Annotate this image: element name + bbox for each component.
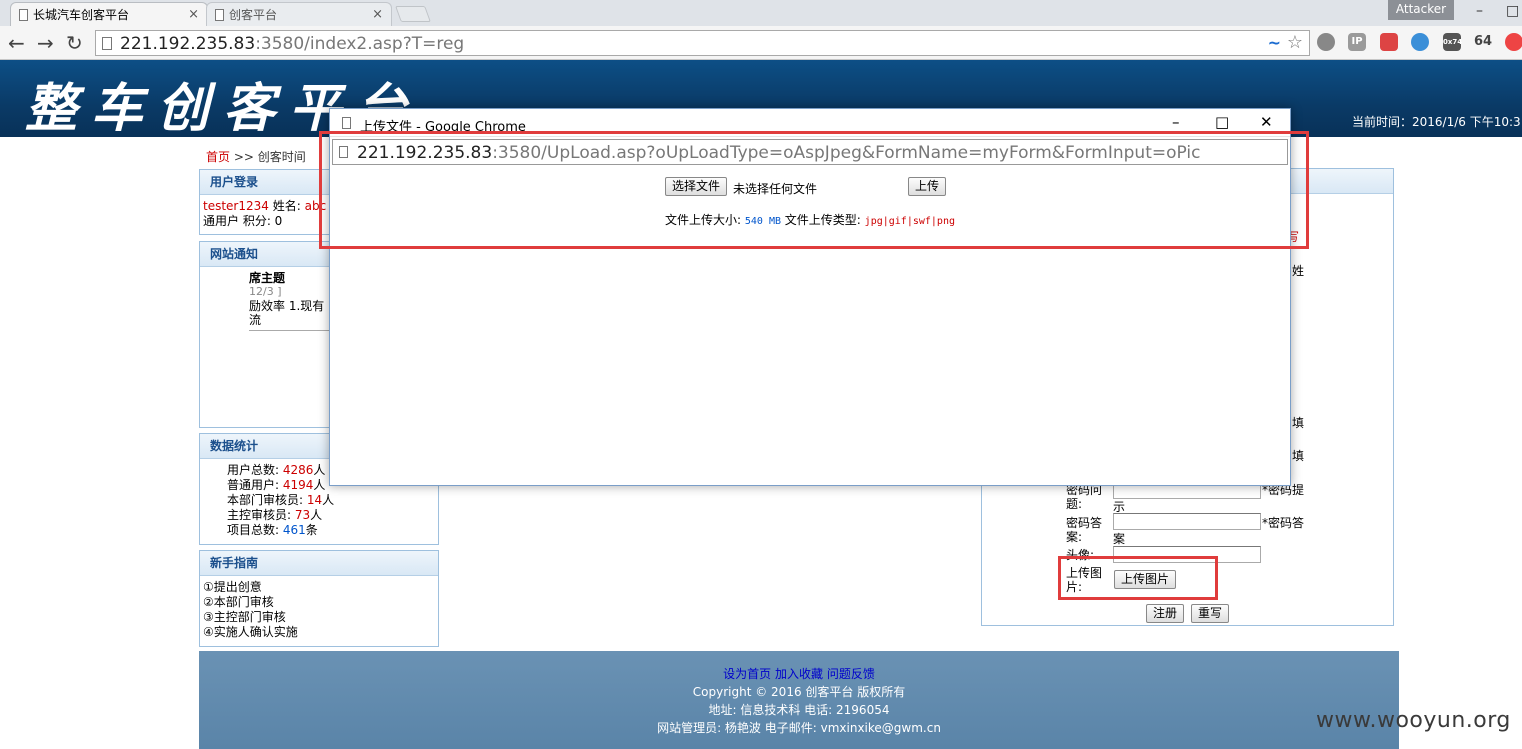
pwd-answer-input[interactable] xyxy=(1113,513,1261,530)
tab-changcheng[interactable]: 长城汽车创客平台 × xyxy=(10,2,208,26)
reload-button[interactable]: ↻ xyxy=(66,31,83,55)
cookie-icon[interactable] xyxy=(1380,33,1398,51)
add-favorite-link[interactable]: 加入收藏 xyxy=(775,667,823,681)
browser-toolbar: ← → ↻ 221.192.235.83:3580/index2.asp?T=r… xyxy=(0,26,1522,60)
n-extension-icon[interactable]: ~ xyxy=(1268,33,1281,52)
highlight-box-popup-url xyxy=(319,131,1309,249)
tab-chuangke[interactable]: 创客平台 × xyxy=(206,2,392,26)
url-text: 221.192.235.83:3580/index2.asp?T=reg xyxy=(120,34,465,54)
guide-item[interactable]: ④实施人确认实施 xyxy=(203,625,435,640)
cloud-icon[interactable] xyxy=(1411,33,1429,51)
pwd-answer-label: 密码答 案: xyxy=(1066,516,1103,544)
footer-address: 地址: 信息技术科 电话: 2196054 xyxy=(708,703,890,717)
star-icon[interactable]: ☆ xyxy=(1287,32,1303,53)
tab-label: 长城汽车创客平台 xyxy=(33,8,130,22)
globe-icon[interactable] xyxy=(1317,33,1335,51)
footer-links: 设为首页 加入收藏 问题反馈 xyxy=(199,665,1399,683)
stat-value: 14 xyxy=(306,493,323,507)
watermark: www.wooyun.org xyxy=(1316,708,1511,733)
stat-value: 73 xyxy=(294,508,311,522)
footer-admin: 网站管理员: 杨艳波 电子邮件: vmxinxike@gwm.cn xyxy=(657,721,941,735)
copyright: Copyright © 2016 创客平台 版权所有 xyxy=(692,685,906,699)
close-icon[interactable]: × xyxy=(188,7,199,22)
page-icon xyxy=(342,117,351,129)
ip-extension-icon[interactable]: IP xyxy=(1348,33,1366,51)
stat-value: 4286 xyxy=(282,463,314,477)
tab-strip: 长城汽车创客平台 × 创客平台 × Attacker – □ xyxy=(0,0,1522,26)
stat-value: 461 xyxy=(282,523,306,537)
page-icon xyxy=(102,37,112,50)
form-fragment: 姓 xyxy=(1292,264,1305,278)
breadcrumb-home-link[interactable]: 首页 xyxy=(206,150,230,164)
register-button[interactable]: 注册 xyxy=(1146,604,1185,623)
tool-icon[interactable] xyxy=(1505,33,1522,51)
guide-panel: 新手指南 ①提出创意 ②本部门审核 ③主控部门审核 ④实施人确认实施 xyxy=(199,550,439,647)
guide-item[interactable]: ③主控部门审核 xyxy=(203,610,435,625)
form-fragment: 填 xyxy=(1292,449,1305,463)
popup-minimize-button[interactable]: – xyxy=(1172,113,1180,131)
site-footer: 设为首页 加入收藏 问题反馈 Copyright © 2016 创客平台 版权所… xyxy=(199,651,1399,749)
highlight-box-upload xyxy=(1058,556,1218,600)
maximize-button[interactable]: □ xyxy=(1506,3,1519,19)
reset-button[interactable]: 重写 xyxy=(1191,604,1230,623)
new-tab-button[interactable] xyxy=(395,6,431,22)
username: tester1234 xyxy=(203,199,269,213)
pwd-question-hint: 示 xyxy=(1113,500,1126,514)
hex-extension-icon[interactable]: 0x74 xyxy=(1443,33,1462,51)
breadcrumb-current: 创客时间 xyxy=(257,150,306,164)
page-icon xyxy=(19,9,28,21)
close-icon[interactable]: × xyxy=(372,7,383,22)
forward-button[interactable]: → xyxy=(37,31,54,55)
pwd-answer-hint: 案 xyxy=(1113,532,1126,546)
stat-value: 4194 xyxy=(282,478,314,492)
popup-maximize-button[interactable]: □ xyxy=(1215,113,1229,131)
page-icon xyxy=(215,9,224,21)
popup-close-button[interactable]: ✕ xyxy=(1260,113,1273,131)
form-fragment: 填 xyxy=(1292,416,1305,430)
b64-extension-icon[interactable]: 64 xyxy=(1474,33,1492,51)
guide-item[interactable]: ②本部门审核 xyxy=(203,595,435,610)
minimize-button[interactable]: – xyxy=(1476,3,1483,19)
pwd-question-label: 密码问 题: xyxy=(1066,483,1103,511)
panel-title: 新手指南 xyxy=(200,551,438,576)
feedback-link[interactable]: 问题反馈 xyxy=(827,667,875,681)
set-homepage-link[interactable]: 设为首页 xyxy=(723,667,771,681)
profile-badge[interactable]: Attacker xyxy=(1388,0,1454,20)
stat-row: 主控审核员: 73人 xyxy=(227,508,323,522)
notice-item[interactable]: 席主题 12/3 ] 励效率 1.现有流 xyxy=(249,271,333,331)
back-button[interactable]: ← xyxy=(8,31,25,55)
current-time: 当前时间：2016/1/6 下午10:3 xyxy=(1352,115,1521,129)
pwd-answer-hint: *密码答 xyxy=(1262,516,1305,530)
breadcrumb: 首页 >> 创客时间 xyxy=(206,150,306,164)
tab-label: 创客平台 xyxy=(229,8,278,22)
stat-row: 本部门审核员: 14人 xyxy=(227,493,335,507)
stat-row: 项目总数: 461条 xyxy=(227,523,318,537)
address-bar[interactable]: 221.192.235.83:3580/index2.asp?T=reg ~ ☆ xyxy=(95,30,1310,56)
guide-item[interactable]: ①提出创意 xyxy=(203,580,435,595)
